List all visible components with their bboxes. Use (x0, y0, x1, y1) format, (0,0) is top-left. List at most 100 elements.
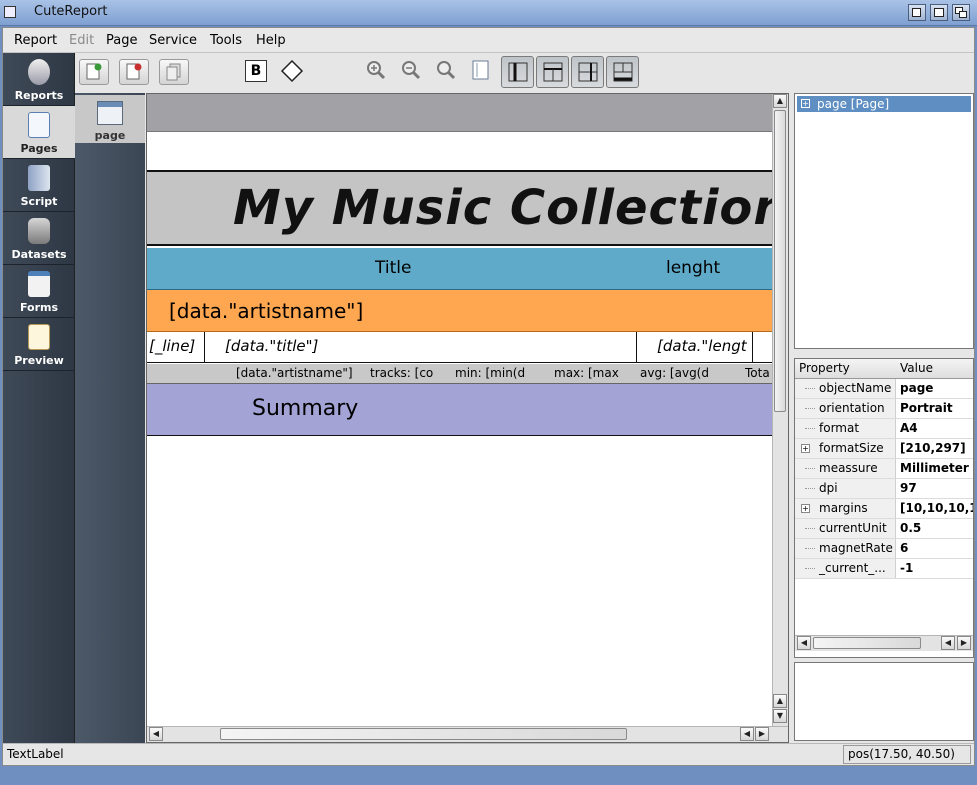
scroll-up-icon[interactable]: ▲ (773, 94, 787, 108)
group-footer-band[interactable]: [data."artistname"] tracks: [co min: [mi… (147, 364, 772, 384)
property-row[interactable]: dpi 97 (795, 479, 973, 499)
group-field-label[interactable]: [data."artistname"] (169, 299, 363, 323)
footer-avg-field[interactable]: avg: [avg(d (640, 366, 714, 380)
vertical-scroll-thumb[interactable] (774, 110, 786, 412)
report-canvas[interactable]: My Music Collection Title lenght [data."… (146, 93, 789, 743)
scroll-right-icon[interactable]: ▶ (957, 636, 971, 650)
module-script[interactable]: Script (3, 159, 75, 212)
property-row[interactable]: margins [10,10,10,1 + (795, 499, 973, 519)
detail-line-field[interactable]: [_line] (147, 332, 205, 362)
canvas-horizontal-scrollbar[interactable]: ◀ ◀ ▶ (147, 726, 788, 742)
menu-report[interactable]: Report (14, 33, 57, 48)
column-header-length[interactable]: lenght (666, 258, 720, 278)
property-value[interactable]: Millimeter (897, 459, 973, 478)
report-title[interactable]: My Music Collection (233, 180, 788, 236)
diamond-icon[interactable] (277, 59, 307, 85)
footer-max-field[interactable]: max: [max (554, 366, 624, 380)
property-value[interactable]: [210,297] (897, 439, 973, 458)
module-datasets[interactable]: Datasets (3, 212, 75, 265)
zoom-out-icon[interactable] (396, 59, 426, 85)
value-column-header: Value (900, 361, 933, 375)
property-value[interactable]: A4 (897, 419, 973, 438)
scroll-left-icon[interactable]: ◀ (797, 636, 811, 650)
object-inspector-tree: + page [Page] (794, 93, 974, 349)
expand-icon[interactable]: + (801, 504, 810, 513)
property-row[interactable]: objectName page (795, 379, 973, 399)
property-row[interactable]: format A4 (795, 419, 973, 439)
title-bar: CuteReport (0, 0, 977, 26)
zoom-reset-icon[interactable] (431, 59, 461, 85)
property-value[interactable]: Portrait (897, 399, 973, 418)
property-value[interactable]: -1 (897, 559, 973, 578)
menu-help[interactable]: Help (256, 33, 286, 48)
property-value[interactable]: page (897, 379, 973, 398)
menu-tools[interactable]: Tools (210, 33, 242, 48)
minimize-icon[interactable] (908, 4, 926, 21)
footer-artist-field[interactable]: [data."artistname"] (236, 366, 362, 380)
tree-line (805, 488, 815, 489)
property-value[interactable]: 6 (897, 539, 973, 558)
scroll-left-icon[interactable]: ◀ (149, 727, 163, 741)
canvas-vertical-scrollbar[interactable]: ▲ ▲ ▼ (772, 94, 788, 726)
module-pages[interactable]: Pages (3, 106, 75, 159)
zoom-in-icon[interactable] (361, 59, 391, 85)
bold-button[interactable]: B (241, 59, 271, 85)
property-row[interactable]: meassure Millimeter (795, 459, 973, 479)
footer-min-field[interactable]: min: [min(d (455, 366, 535, 380)
layout-grid-icon[interactable] (536, 56, 569, 88)
detail-length-field[interactable]: [data."lengt (637, 332, 753, 362)
expand-icon[interactable]: + (801, 444, 810, 453)
group-header-band[interactable]: [data."artistname"] (147, 290, 772, 332)
scroll-left-icon[interactable]: ◀ (941, 636, 955, 650)
restore-icon[interactable] (952, 4, 970, 21)
report-header-band[interactable] (147, 132, 772, 172)
detail-band[interactable]: [_line] [data."title"] [data."lengt (147, 332, 772, 363)
page-list: page (75, 93, 145, 743)
summary-label[interactable]: Summary (252, 396, 358, 421)
property-row[interactable]: _current_... -1 (795, 559, 973, 579)
footer-total-field[interactable]: Tota (745, 366, 772, 380)
detail-title-field[interactable]: [data."title"] (205, 332, 637, 362)
menu-service[interactable]: Service (149, 33, 197, 48)
module-forms[interactable]: Forms (3, 265, 75, 318)
menu-edit[interactable]: Edit (69, 33, 94, 48)
window-menu-icon[interactable] (4, 6, 16, 18)
page-settings-icon[interactable] (466, 59, 496, 85)
delete-page-icon[interactable] (119, 59, 149, 85)
property-row[interactable]: orientation Portrait (795, 399, 973, 419)
menu-page[interactable]: Page (106, 33, 137, 48)
property-row[interactable]: formatSize [210,297] + (795, 439, 973, 459)
property-value[interactable]: 0.5 (897, 519, 973, 538)
expand-icon[interactable]: + (801, 99, 810, 108)
column-header-band[interactable]: Title lenght (147, 248, 772, 290)
maximize-icon[interactable] (930, 4, 948, 21)
tree-line (805, 568, 815, 569)
page-thumbnail[interactable]: page (75, 95, 145, 143)
clone-page-icon[interactable] (159, 59, 189, 85)
horizontal-scroll-thumb[interactable] (220, 728, 627, 740)
layout-split-icon[interactable] (571, 56, 604, 88)
tree-node-page[interactable]: + page [Page] (797, 96, 971, 112)
property-value[interactable]: [10,10,10,1 (897, 499, 973, 518)
scroll-left-icon[interactable]: ◀ (740, 727, 754, 741)
scroll-down-icon[interactable]: ▼ (773, 709, 787, 723)
page-header-band[interactable] (147, 94, 772, 132)
property-row[interactable]: magnetRate 6 (795, 539, 973, 559)
module-label: Pages (20, 142, 58, 155)
column-header-title[interactable]: Title (375, 258, 411, 278)
summary-band[interactable]: Summary (147, 384, 772, 436)
footer-tracks-field[interactable]: tracks: [co (370, 366, 440, 380)
property-value[interactable]: 97 (897, 479, 973, 498)
scroll-right-icon[interactable]: ▶ (755, 727, 769, 741)
new-page-icon[interactable] (79, 59, 109, 85)
title-band[interactable]: My Music Collection (147, 172, 788, 246)
reports-icon (28, 59, 50, 85)
module-preview[interactable]: Preview (3, 318, 75, 371)
property-row[interactable]: currentUnit 0.5 (795, 519, 973, 539)
horizontal-scroll-thumb[interactable] (813, 637, 921, 649)
property-horizontal-scrollbar[interactable]: ◀ ◀ ▶ (795, 635, 973, 651)
layout-left-icon[interactable] (501, 56, 534, 88)
scroll-up-icon[interactable]: ▲ (773, 694, 787, 708)
module-reports[interactable]: Reports (3, 53, 75, 106)
layout-bottom-icon[interactable] (606, 56, 639, 88)
